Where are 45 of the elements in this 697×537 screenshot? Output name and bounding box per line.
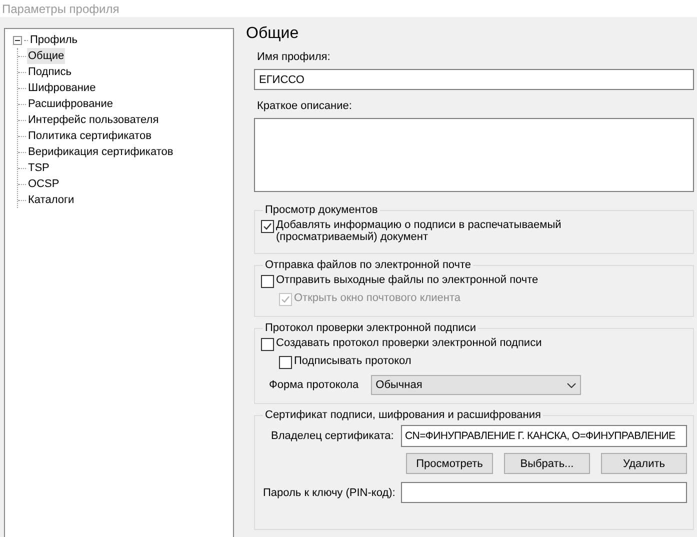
tree-item[interactable]: Шифрование <box>27 80 97 96</box>
checkbox-row[interactable]: Отправить выходные файлы по электронной почте <box>261 274 687 288</box>
dialog-button[interactable]: Выбрать... <box>504 453 590 474</box>
page-title: Общие <box>246 25 300 43</box>
group-title: Просмотр документов <box>264 204 379 216</box>
checkbox-label: Отправить выходные файлы по электронной почте <box>276 274 538 286</box>
tree-item[interactable]: Интерфейс пользователя <box>27 112 160 128</box>
field-label: Имя профиля: <box>257 51 332 63</box>
group-title: Сертификат подписи, шифрования и расшифрования <box>264 409 542 421</box>
field-label: Владелец сертификата: <box>271 430 394 442</box>
tree-item[interactable]: Расшифрование <box>27 96 114 112</box>
tree-item[interactable]: Верификация сертификатов <box>27 144 174 160</box>
tree-item[interactable]: Профиль <box>29 32 78 48</box>
profile-name-field[interactable]: ЕГИССО <box>254 69 694 90</box>
field-label: Краткое описание: <box>257 100 353 112</box>
tree-item[interactable]: Общие <box>27 48 66 64</box>
window-title: Параметры профиля <box>2 2 120 16</box>
protocol-form-dropdown[interactable]: Обычная <box>370 375 581 395</box>
select-label: Форма протокола <box>269 379 359 391</box>
group-title: Отправка файлов по электронной почте <box>264 259 472 271</box>
pin-field[interactable] <box>401 482 687 503</box>
dialog-button[interactable]: Удалить <box>601 453 687 474</box>
group-title: Протокол проверки электронной подписи <box>264 322 477 334</box>
checkbox-row[interactable]: Создавать протокол проверки электронной подписи <box>261 337 687 351</box>
checkbox-label: Открыть окно почтового клиента <box>294 292 461 304</box>
dialog-button[interactable]: Просмотреть <box>406 453 493 474</box>
checkbox[interactable] <box>261 338 274 351</box>
tree-item[interactable]: Политика сертификатов <box>27 128 152 144</box>
description-field[interactable] <box>254 118 694 192</box>
checkbox[interactable] <box>261 220 274 233</box>
checkbox-label: Добавлять информацию о подписи в распечатываемый (просматриваемый) документ <box>276 219 562 243</box>
checkbox-row[interactable]: Подписывать протокол <box>279 355 687 369</box>
checkbox[interactable] <box>261 275 274 288</box>
certificate-owner-field[interactable]: CN=ФИНУПРАВЛЕНИЕ Г. КАНСКА, O=ФИНУПРАВЛЕНИЕ <box>401 425 687 447</box>
tree-item[interactable]: OCSP <box>27 176 60 192</box>
collapse-icon[interactable] <box>13 36 22 44</box>
tree-item[interactable]: Подпись <box>27 64 73 80</box>
tree-item[interactable]: Каталоги <box>27 192 76 208</box>
checkbox-label: Создавать протокол проверки электронной подписи <box>276 337 542 349</box>
field-label: Пароль к ключу (PIN-код): <box>263 486 396 498</box>
checkbox[interactable] <box>279 356 292 369</box>
checkbox-row[interactable]: Добавлять информацию о подписи в распечатываемый (просматриваемый) документ <box>261 219 687 243</box>
chevron-down-icon <box>566 382 576 388</box>
checkbox-label: Подписывать протокол <box>294 355 412 367</box>
tree-item[interactable]: TSP <box>27 160 50 176</box>
